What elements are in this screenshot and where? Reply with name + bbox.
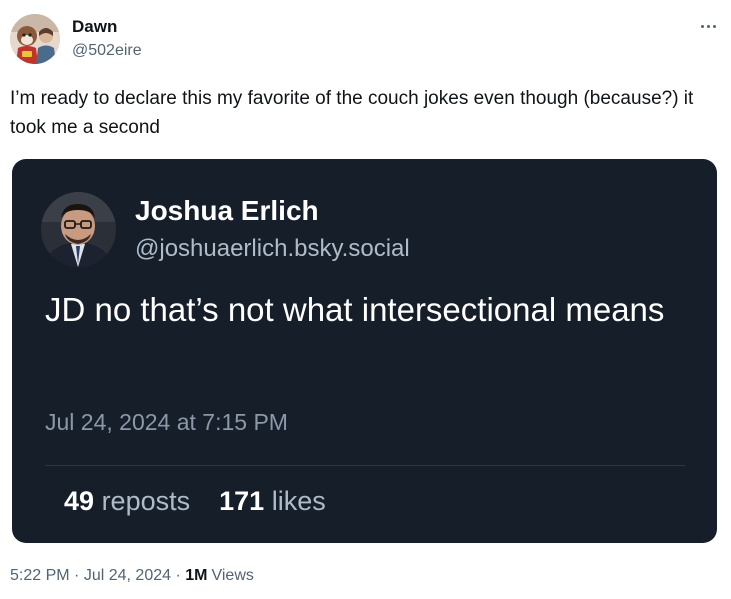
- tweet-text: I’m ready to declare this my favorite of…: [10, 88, 694, 138]
- author-name[interactable]: Dawn: [72, 17, 117, 37]
- embed-post-date: Jul 24, 2024 at 7:15 PM: [45, 409, 288, 435]
- reposts-count: 49: [64, 486, 95, 516]
- embed-divider: [45, 465, 685, 466]
- embed-post-text: JD no that’s not what intersectional mea…: [45, 291, 665, 328]
- tweet-meta: 5:22 PM · Jul 24, 2024 · 1M Views: [10, 567, 254, 585]
- likes-count: 171: [219, 486, 265, 516]
- more-options-button[interactable]: [693, 14, 723, 38]
- likes-label: likes: [271, 486, 326, 516]
- views-label[interactable]: Views: [211, 567, 253, 584]
- author-avatar[interactable]: [10, 14, 60, 64]
- embed-author-handle: @joshuaerlich.bsky.social: [135, 235, 410, 262]
- meta-separator: ·: [175, 567, 181, 584]
- embed-avatar-image: [41, 192, 116, 267]
- meta-separator: ·: [74, 567, 80, 584]
- embed-author-avatar: [41, 192, 116, 267]
- reposts-label: reposts: [101, 486, 191, 516]
- tweet-date[interactable]: Jul 24, 2024: [84, 567, 171, 584]
- author-handle[interactable]: @502eire: [72, 42, 142, 60]
- more-horizontal-icon: [699, 24, 717, 28]
- embed-stats: 49 reposts 171 likes: [64, 486, 326, 517]
- views-count[interactable]: 1M: [185, 567, 207, 584]
- avatar-image: [10, 14, 60, 64]
- embed-author-name: Joshua Erlich: [135, 195, 319, 226]
- embedded-post-image[interactable]: Joshua Erlich @joshuaerlich.bsky.social …: [12, 159, 717, 543]
- tweet-time[interactable]: 5:22 PM: [10, 567, 70, 584]
